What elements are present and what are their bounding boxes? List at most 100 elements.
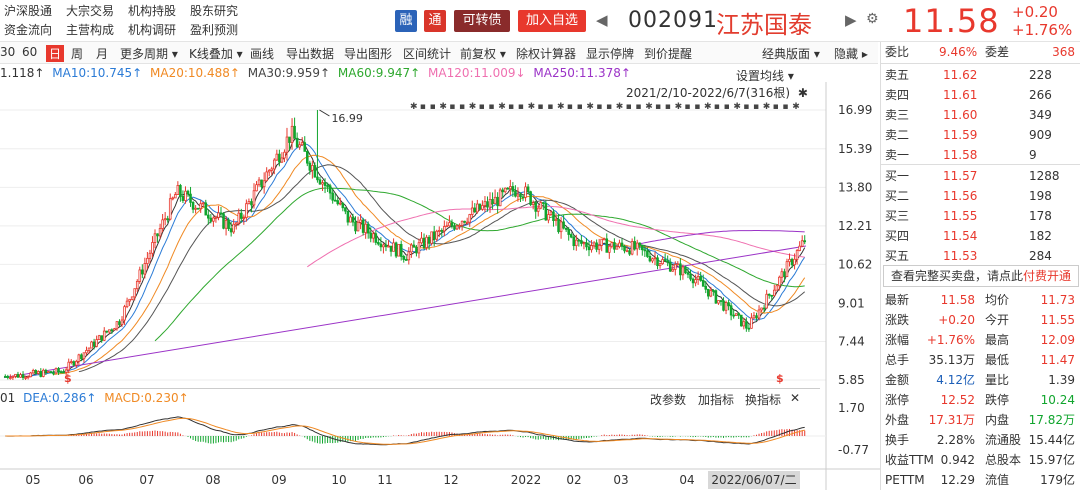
candle-body: [179, 185, 182, 197]
candle-body: [440, 230, 444, 232]
event-marker: ▪: [420, 102, 426, 112]
candle-body: [16, 373, 20, 378]
full-book-button[interactable]: 查看完整买卖盘，请点此付费开通: [883, 265, 1079, 287]
candle-body: [719, 300, 723, 302]
event-marker: ▪: [665, 102, 671, 112]
stat-label: 最低: [985, 353, 1010, 367]
x-tick-label: 2022: [511, 473, 542, 487]
nav-earnings-forecast[interactable]: 盈利预测: [190, 22, 252, 38]
period-week[interactable]: 周: [71, 45, 83, 62]
candle-body: [257, 179, 261, 186]
candle-body: [737, 313, 741, 316]
gear-icon[interactable]: ⚙: [866, 11, 879, 27]
close-icon[interactable]: ✕: [790, 391, 800, 405]
event-marker: ▪: [488, 102, 494, 112]
adjust-dropdown[interactable]: 前复权 ▾: [460, 45, 506, 62]
candle-body: [755, 315, 758, 319]
ma20-value: MA20:10.488↑: [150, 66, 240, 80]
stat-label: 换手: [885, 433, 910, 447]
candle-body: [585, 242, 588, 248]
convertible-bond-button[interactable]: 可转债: [454, 10, 510, 32]
bid-row[interactable]: 买一 11.57 1288: [881, 166, 1080, 186]
candle-body: [613, 242, 616, 250]
candle-body: [295, 137, 299, 148]
range-stats-button[interactable]: 区间统计: [403, 45, 451, 62]
event-marker: ▪: [449, 102, 455, 112]
quote-stat-row: 最新 11.58 均价 11.73: [881, 290, 1080, 310]
event-marker: ▪: [773, 102, 779, 112]
nav-institution-survey[interactable]: 机构调研: [128, 22, 190, 38]
draw-line-button[interactable]: 画线: [250, 45, 274, 62]
show-suspension-button[interactable]: 显示停牌: [586, 45, 634, 62]
add-watchlist-button[interactable]: 加入自选: [518, 10, 586, 32]
candle-body: [100, 335, 104, 341]
export-data-button[interactable]: 导出数据: [286, 45, 334, 62]
stock-header: 沪深股通 大宗交易 机构持股 股东研究 资金流向 主营构成 机构调研 盈利预测 …: [0, 0, 1080, 42]
period-30min[interactable]: 30: [0, 45, 15, 59]
prev-stock-icon[interactable]: ◀: [596, 11, 608, 29]
more-periods-dropdown[interactable]: 更多周期 ▾: [120, 45, 178, 62]
margin-tag-button[interactable]: 融: [395, 10, 417, 32]
candle-body: [435, 230, 439, 240]
ask-row[interactable]: 卖五 11.62 228: [881, 65, 1080, 85]
stat-value: 11.47: [1040, 353, 1075, 367]
ask-row[interactable]: 卖二 11.59 909: [881, 125, 1080, 145]
bid-row[interactable]: 买五 11.53 284: [881, 246, 1080, 266]
switch-indicator-button[interactable]: 换指标: [745, 391, 781, 408]
next-stock-icon[interactable]: ▶: [845, 11, 857, 29]
nav-fund-flow[interactable]: 资金流向: [4, 22, 66, 38]
event-marker: ✱: [410, 102, 418, 112]
candle-body: [44, 369, 48, 373]
candle-body: [767, 293, 771, 296]
nav-business-composition[interactable]: 主营构成: [66, 22, 128, 38]
event-marker: ✱: [763, 102, 771, 112]
ma120-value: MA120:11.009↓: [428, 66, 526, 80]
candle-body: [85, 350, 88, 354]
bid-row[interactable]: 买二 11.56 198: [881, 186, 1080, 206]
edit-params-button[interactable]: 改参数: [650, 391, 686, 408]
candle-body: [681, 266, 685, 276]
bid-row[interactable]: 买三 11.55 178: [881, 206, 1080, 226]
candle-body: [404, 259, 408, 261]
candle-body: [394, 242, 398, 257]
candle-body: [232, 223, 235, 233]
connect-tag-button[interactable]: 通: [424, 10, 446, 32]
ask-row[interactable]: 卖四 11.61 266: [881, 85, 1080, 105]
export-image-button[interactable]: 导出图形: [344, 45, 392, 62]
candle-body: [458, 225, 461, 227]
event-marker: ✱: [557, 102, 565, 112]
candle-body: [529, 191, 532, 205]
stat-value: +1.76%: [926, 333, 975, 347]
bid-row[interactable]: 买四 11.54 182: [881, 226, 1080, 246]
period-month[interactable]: 月: [96, 45, 108, 62]
period-60min[interactable]: 60: [22, 45, 37, 59]
price-alert-button[interactable]: 到价提醒: [644, 45, 692, 62]
stat-label: 今开: [985, 313, 1010, 327]
event-marker: ▪: [537, 102, 543, 112]
event-marker: ▪: [596, 102, 602, 112]
ex-rights-calculator-button[interactable]: 除权计算器: [516, 45, 576, 62]
nav-institution-holding[interactable]: 机构持股: [128, 3, 190, 19]
nav-block-trade[interactable]: 大宗交易: [66, 3, 128, 19]
candle-body: [171, 197, 175, 200]
macd-chart: 1.70 -0.77: [0, 401, 869, 457]
ask-volume: 9: [1029, 148, 1037, 162]
nav-shareholder-research[interactable]: 股东研究: [190, 3, 252, 19]
add-indicator-button[interactable]: 加指标: [698, 391, 734, 408]
kline-overlay-dropdown[interactable]: K线叠加 ▾: [189, 45, 243, 62]
event-marker: ▪: [655, 102, 661, 112]
hide-panel-button[interactable]: 隐藏 ▸: [834, 45, 868, 62]
period-day[interactable]: 日: [46, 45, 65, 62]
candle-body: [209, 217, 213, 222]
ask-row[interactable]: 卖一 11.58 9: [881, 145, 1080, 165]
layout-dropdown[interactable]: 经典版面 ▾: [762, 45, 820, 62]
candle-body: [765, 293, 768, 309]
candle-body: [245, 203, 248, 218]
paid-open-link[interactable]: 付费开通: [1023, 269, 1071, 283]
candle-body: [597, 245, 601, 250]
kline-chart[interactable]: 16.99✱ ▪ ▪ ✱ ▪ ▪ ✱ ▪ ▪ ✱ ▪ ▪ ✱ ▪ ▪ ✱ ▪ ▪ ✱ ▪ ▪ ✱ ▪ ▪ ✱ ▪ ▪ ✱ ▪ ▪ ✱ ▪ ▪ ✱ ▪…: [0, 82, 880, 490]
ask-row[interactable]: 卖三 11.60 349: [881, 105, 1080, 125]
nav-hk-connect[interactable]: 沪深股通: [4, 3, 66, 19]
candle-body: [656, 257, 659, 267]
y-tick-label: 9.01: [838, 296, 865, 310]
